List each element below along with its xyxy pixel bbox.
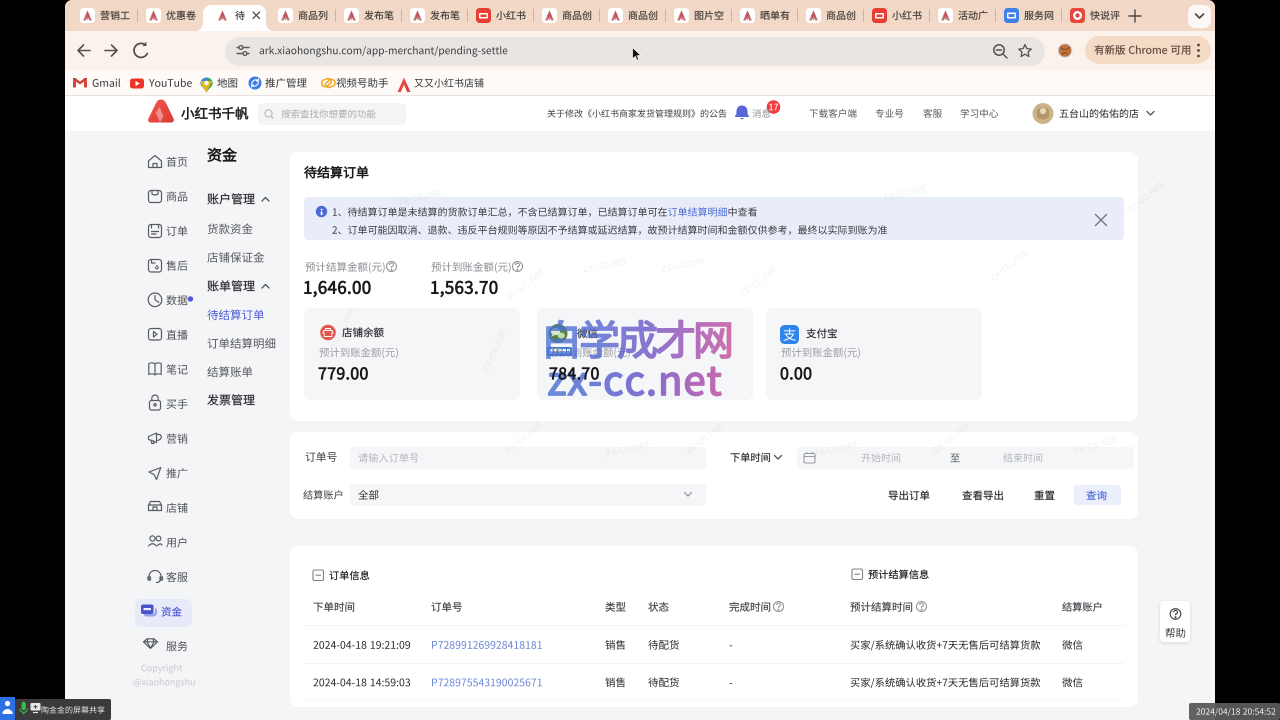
svg-text:zx-cc.net: zx-cc.net [582, 255, 628, 276]
svg-text:zx-cc.net: zx-cc.net [397, 187, 443, 208]
svg-text:zx-cc.net: zx-cc.net [813, 439, 859, 460]
svg-text:zx-cc.net: zx-cc.net [930, 419, 972, 456]
svg-text:zx-cc.net: zx-cc.net [683, 420, 725, 457]
svg-text:zx-cc.net: zx-cc.net [1124, 179, 1166, 216]
svg-text:zx-cc.net: zx-cc.net [480, 328, 509, 373]
svg-text:zx-cc.net: zx-cc.net [605, 439, 651, 460]
svg-text:zx-cc.net: zx-cc.net [504, 266, 546, 303]
svg-text:zx-cc.net: zx-cc.net [987, 247, 1029, 284]
svg-text:zx-cc.net: zx-cc.net [737, 263, 779, 300]
svg-text:zx-cc.net: zx-cc.net [502, 419, 544, 456]
svg-text:zx-cc.net: zx-cc.net [660, 255, 706, 276]
svg-text:zx-cc.net: zx-cc.net [882, 183, 928, 204]
svg-text:zx-cc.net: zx-cc.net [1072, 435, 1118, 456]
svg-text:zx-cc.net: zx-cc.net [328, 306, 357, 351]
